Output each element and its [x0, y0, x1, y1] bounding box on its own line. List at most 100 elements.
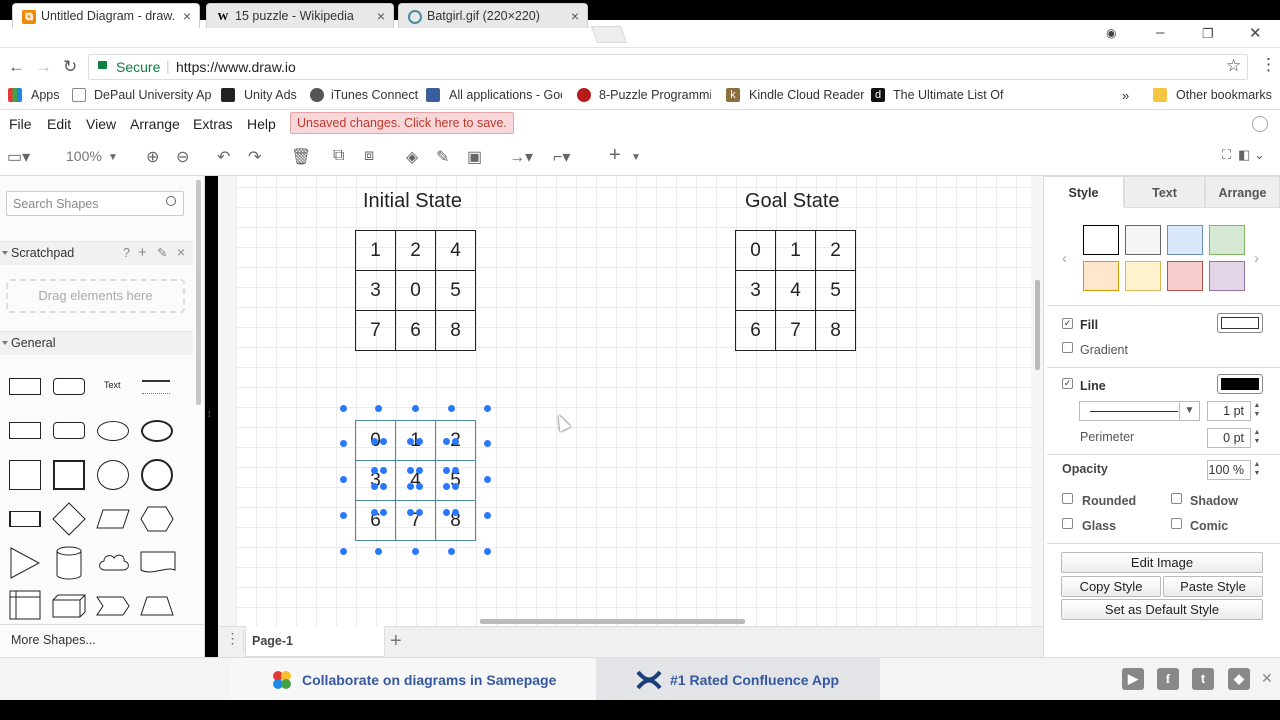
menu-view[interactable]: View: [86, 116, 116, 132]
selection-handle[interactable]: [448, 548, 455, 555]
grid-cell[interactable]: 3: [735, 270, 776, 311]
minimize-icon[interactable]: –: [1156, 24, 1164, 41]
bookmark-other[interactable]: Other bookmarks: [1176, 88, 1272, 102]
copy-style-button[interactable]: Copy Style: [1061, 576, 1161, 597]
unsaved-changes-banner[interactable]: Unsaved changes. Click here to save.: [290, 112, 514, 134]
selection-handle[interactable]: [484, 512, 491, 519]
selection-handle[interactable]: [443, 438, 450, 445]
collapse-icon[interactable]: ⌄: [1254, 147, 1265, 163]
style-swatch[interactable]: [1167, 261, 1203, 291]
selection-handle[interactable]: [412, 405, 419, 412]
selection-handle[interactable]: [375, 405, 382, 412]
menu-extras[interactable]: Extras: [193, 116, 233, 132]
close-tab-icon[interactable]: ×: [183, 8, 191, 24]
close-window-icon[interactable]: ✕: [1249, 24, 1262, 42]
selection-handle[interactable]: [380, 509, 387, 516]
fill-color-swatch[interactable]: [1217, 313, 1263, 333]
forward-icon[interactable]: →: [35, 57, 52, 77]
grid-cell[interactable]: 6: [355, 500, 396, 541]
selection-handle[interactable]: [407, 467, 414, 474]
bookmark-apps[interactable]: Apps: [31, 88, 60, 102]
bookmark-star-icon[interactable]: ☆: [1226, 56, 1241, 76]
shape-hexagon[interactable]: [140, 506, 174, 532]
browser-tab-drawio[interactable]: ⧉ Untitled Diagram - draw. ×: [12, 3, 200, 28]
grid-cell[interactable]: 3: [355, 270, 396, 311]
grid-cell[interactable]: 4: [395, 460, 436, 501]
selection-handle[interactable]: [407, 509, 414, 516]
browser-tab-batgirl[interactable]: Batgirl.gif (220×220) ×: [398, 3, 588, 28]
edit-image-button[interactable]: Edit Image: [1061, 552, 1263, 573]
perimeter-input[interactable]: 0 pt: [1207, 428, 1251, 448]
shadow-checkbox[interactable]: [1171, 493, 1182, 504]
restore-icon[interactable]: ❐: [1202, 26, 1214, 42]
selection-handle[interactable]: [340, 405, 347, 412]
shape-circle-double[interactable]: [141, 459, 173, 491]
profile-icon[interactable]: ◉: [1106, 26, 1116, 40]
bookmark-kindle[interactable]: Kindle Cloud Reader: [749, 88, 864, 102]
scratchpad-header[interactable]: Scratchpad ? + ✎ ×: [0, 241, 193, 265]
selection-handle[interactable]: [452, 483, 459, 490]
style-swatch[interactable]: [1125, 261, 1161, 291]
grid-cell[interactable]: 2: [815, 230, 856, 271]
help-icon[interactable]: ?: [123, 246, 130, 260]
style-swatch[interactable]: [1209, 261, 1245, 291]
format-panel-toggle-icon[interactable]: ▭▾: [7, 147, 30, 167]
shape-text[interactable]: Text: [104, 380, 121, 390]
fill-color-icon[interactable]: ◈: [406, 147, 418, 167]
selection-handle[interactable]: [380, 483, 387, 490]
connection-icon[interactable]: →▾: [509, 147, 533, 167]
line-width-stepper[interactable]: ▲ ▼: [1252, 401, 1262, 421]
close-footer-icon[interactable]: ✕: [1261, 670, 1273, 687]
selection-handle[interactable]: [340, 512, 347, 519]
bookmark-itunes-connect[interactable]: iTunes Connect: [331, 88, 418, 102]
shape-rectangle-wide[interactable]: [9, 422, 41, 439]
zoom-dropdown-icon[interactable]: ▼: [108, 152, 118, 163]
selection-handle[interactable]: [484, 405, 491, 412]
swatch-prev-icon[interactable]: ‹: [1062, 250, 1067, 267]
canvas-vertical-scrollbar[interactable]: [1035, 280, 1040, 370]
shape-triangle[interactable]: [10, 547, 40, 579]
grid-cell[interactable]: 6: [735, 310, 776, 351]
initial-state-title[interactable]: Initial State: [363, 190, 462, 213]
to-back-icon[interactable]: ⧈: [364, 147, 374, 165]
grid-cell[interactable]: 7: [355, 310, 396, 351]
browser-menu-icon[interactable]: ⋮: [1260, 55, 1277, 75]
rounded-checkbox[interactable]: [1062, 493, 1073, 504]
close-tab-icon[interactable]: ×: [571, 8, 579, 24]
selection-handle[interactable]: [371, 483, 378, 490]
swatch-next-icon[interactable]: ›: [1254, 250, 1259, 267]
glass-checkbox[interactable]: [1062, 518, 1073, 529]
selection-handle[interactable]: [380, 438, 387, 445]
style-swatch[interactable]: [1167, 225, 1203, 255]
perimeter-stepper[interactable]: ▲ ▼: [1252, 428, 1262, 448]
to-front-icon[interactable]: ⧉: [333, 147, 344, 165]
insert-dropdown-icon[interactable]: ▼: [631, 152, 641, 163]
selection-handle[interactable]: [375, 548, 382, 555]
back-icon[interactable]: ←: [8, 57, 25, 77]
page-tab[interactable]: Page-1: [245, 626, 385, 657]
line-color-icon[interactable]: ✎: [436, 147, 449, 167]
browser-tab-wikipedia[interactable]: W 15 puzzle - Wikipedia ×: [206, 3, 394, 28]
grid-cell[interactable]: 1: [775, 230, 816, 271]
grid-cell[interactable]: 8: [815, 310, 856, 351]
selection-handle[interactable]: [412, 548, 419, 555]
shape-cylinder[interactable]: [56, 546, 82, 580]
fullscreen-icon[interactable]: ⛶: [1222, 147, 1231, 163]
selection-handle[interactable]: [452, 509, 459, 516]
zoom-level[interactable]: 100%: [66, 148, 102, 164]
selection-handle[interactable]: [340, 548, 347, 555]
grid-cell[interactable]: 0: [735, 230, 776, 271]
delete-icon[interactable]: 🗑: [291, 147, 311, 167]
selection-handle[interactable]: [443, 509, 450, 516]
style-swatch[interactable]: [1209, 225, 1245, 255]
shape-parallelogram[interactable]: [96, 509, 130, 529]
shape-process[interactable]: [9, 511, 41, 527]
close-tab-icon[interactable]: ×: [377, 8, 385, 24]
redo-icon[interactable]: ↷: [248, 147, 261, 167]
style-swatch[interactable]: [1083, 261, 1119, 291]
zoom-out-icon[interactable]: ⊖: [176, 147, 189, 167]
selection-handle[interactable]: [448, 405, 455, 412]
grid-cell[interactable]: 5: [435, 270, 476, 311]
line-pattern-select[interactable]: ▼: [1079, 401, 1200, 421]
grid-cell[interactable]: 7: [775, 310, 816, 351]
